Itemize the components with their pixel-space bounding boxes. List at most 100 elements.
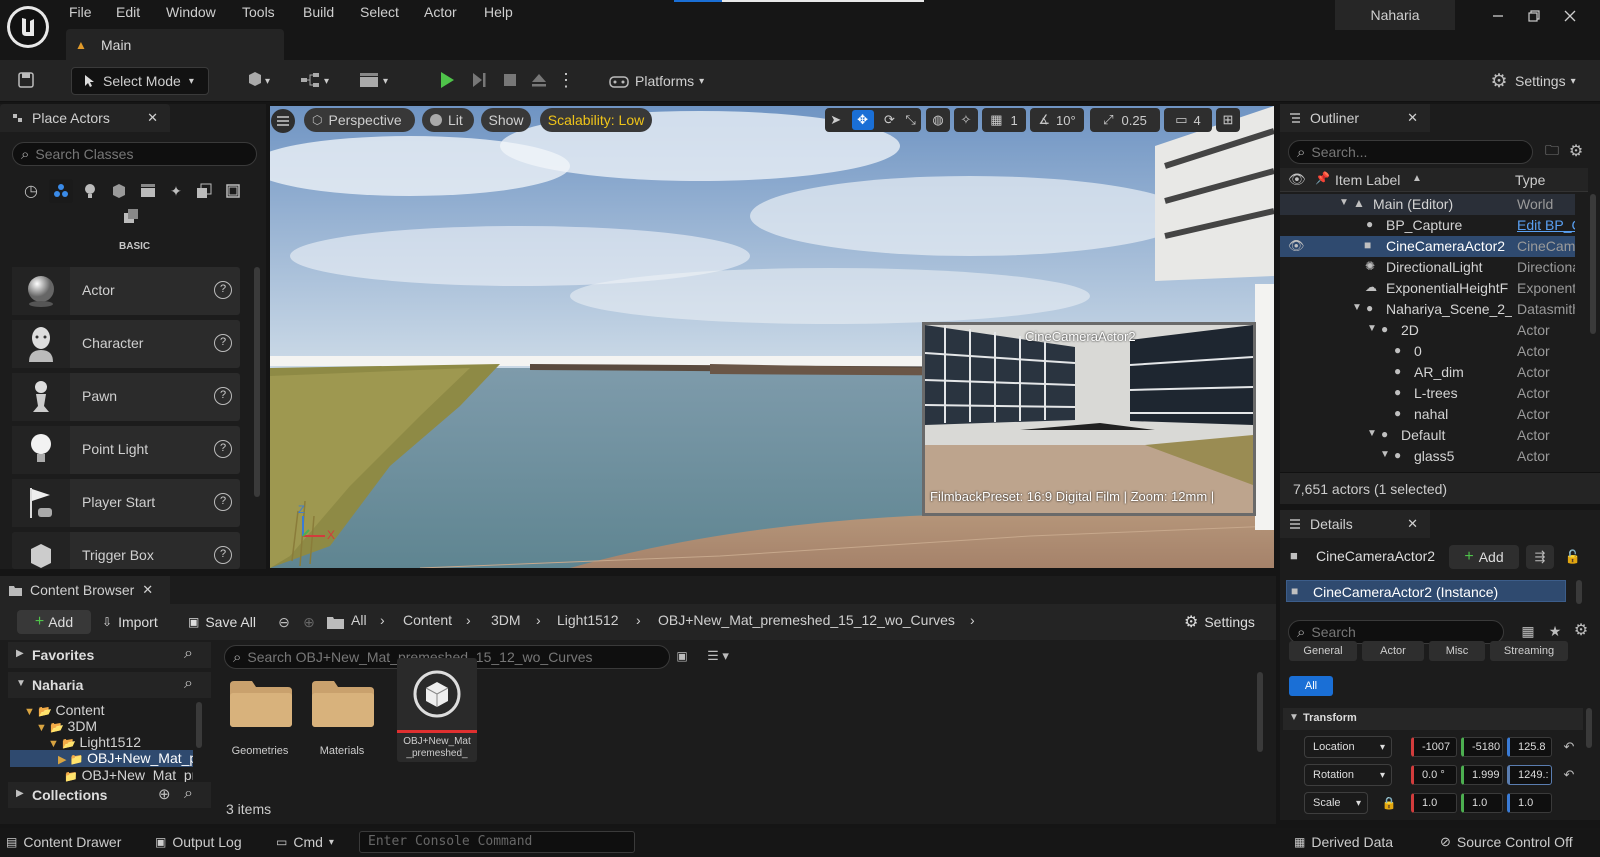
menu-select[interactable]: Select: [360, 4, 399, 20]
cmd-dropdown[interactable]: ▭ Cmd ▾: [276, 830, 334, 854]
tree-collapse-icon[interactable]: ▼: [1380, 449, 1390, 460]
tree-light1512[interactable]: ▼ 📂 Light1512: [48, 734, 141, 750]
details-add-button[interactable]: + Add: [1449, 545, 1519, 569]
details-tab[interactable]: Details ✕: [1280, 510, 1430, 538]
outliner-row-ar-dim[interactable]: ● AR_dim Actor: [1280, 362, 1575, 383]
scale-x-field[interactable]: 1.0: [1411, 793, 1457, 813]
lit-button[interactable]: Lit: [422, 108, 474, 132]
help-icon[interactable]: ?: [214, 334, 232, 352]
geometry-icon[interactable]: [121, 206, 141, 226]
select-mode-dropdown[interactable]: Select Mode ▾: [71, 67, 209, 95]
rotation-x-field[interactable]: 0.0 °: [1411, 765, 1457, 785]
details-settings-icon[interactable]: ⚙: [1572, 621, 1590, 639]
search-icon[interactable]: ⌕: [184, 675, 193, 693]
tree-obj-2[interactable]: 📁 OBJ+New_Mat_pr: [64, 767, 193, 782]
search-icon[interactable]: ⌕: [184, 785, 193, 803]
tree-collapse-icon[interactable]: ▼: [1367, 428, 1377, 439]
help-icon[interactable]: ?: [214, 440, 232, 458]
minimize-icon[interactable]: [1490, 8, 1506, 24]
viewport-menu-button[interactable]: [271, 109, 295, 133]
eject-icon[interactable]: [529, 70, 549, 90]
help-icon[interactable]: ?: [214, 281, 232, 299]
filter-all-button[interactable]: All: [1289, 676, 1333, 696]
derived-data-button[interactable]: ▦ Derived Data: [1294, 830, 1393, 854]
visual-effects-icon[interactable]: ✦: [166, 181, 186, 201]
visibility-column-icon[interactable]: 👁: [1288, 171, 1306, 188]
console-command-input[interactable]: Enter Console Command: [359, 831, 635, 853]
outliner-row-nahal[interactable]: ● nahal Actor: [1280, 404, 1575, 425]
skip-frame-icon[interactable]: [469, 70, 489, 90]
breadcrumb-content[interactable]: Content: [403, 612, 452, 628]
favorite-star-icon[interactable]: ★: [1546, 622, 1564, 640]
table-view-icon[interactable]: ▦: [1519, 622, 1537, 640]
toolbar-settings-button[interactable]: ⚙ Settings ▾: [1489, 67, 1597, 95]
menu-help[interactable]: Help: [484, 4, 513, 20]
close-icon[interactable]: ✕: [1407, 516, 1418, 532]
breadcrumb-obj-folder[interactable]: OBJ+New_Mat_premeshed_15_12_wo_Curves: [658, 612, 955, 628]
menu-tools[interactable]: Tools: [242, 4, 275, 20]
scale-y-field[interactable]: 1.0: [1461, 793, 1503, 813]
details-scrollbar-top[interactable]: [1576, 580, 1582, 604]
scale-lock-icon[interactable]: 🔒: [1381, 795, 1397, 811]
lights-icon[interactable]: [80, 181, 100, 201]
close-icon[interactable]: ✕: [1407, 110, 1418, 126]
rotation-y-field[interactable]: 1.999: [1461, 765, 1503, 785]
location-z-field[interactable]: 125.8: [1507, 737, 1552, 757]
menu-actor[interactable]: Actor: [424, 4, 457, 20]
search-icon[interactable]: ⌕: [184, 645, 193, 663]
menu-edit[interactable]: Edit: [116, 4, 140, 20]
project-header[interactable]: ▼ Naharia ⌕: [8, 672, 211, 698]
scale-tool-icon[interactable]: ⤡: [905, 112, 915, 128]
tree-3dm[interactable]: ▼ 📂 3DM: [36, 718, 97, 734]
lock-icon[interactable]: 🔓: [1564, 548, 1582, 566]
add-folder-icon[interactable]: 🗀: [1543, 142, 1561, 161]
actor-item-pawn[interactable]: Pawn ?: [12, 373, 240, 421]
filter-icon[interactable]: ☰ ▾: [700, 648, 736, 664]
transform-section-header[interactable]: ▼ Transform: [1283, 708, 1583, 730]
actor-item-player-start[interactable]: Player Start ?: [12, 479, 240, 527]
scale-snap-button[interactable]: ⤢ 0.25: [1090, 108, 1160, 132]
grid-snap-button[interactable]: ▦ 1: [982, 108, 1026, 132]
details-scrollbar[interactable]: [1586, 708, 1592, 748]
type-column[interactable]: Type: [1515, 172, 1545, 188]
outliner-tab[interactable]: Outliner ✕: [1280, 104, 1430, 132]
location-x-field[interactable]: -1007: [1411, 737, 1457, 757]
search-classes-input[interactable]: ⌕ Search Classes: [12, 142, 257, 166]
outliner-row-l-trees[interactable]: ● L-trees Actor: [1280, 383, 1575, 404]
source-control-button[interactable]: ⊘ Source Control Off: [1440, 830, 1573, 854]
close-icon[interactable]: ✕: [142, 582, 153, 598]
visibility-icon[interactable]: 👁: [1288, 238, 1305, 254]
rotation-z-field[interactable]: 1249.:: [1507, 765, 1552, 785]
camera-speed-button[interactable]: ▭ 4: [1164, 108, 1212, 132]
tree-collapse-icon[interactable]: ▼: [1367, 323, 1377, 334]
outliner-search-input[interactable]: ⌕ Search...: [1288, 140, 1533, 164]
platforms-button[interactable]: Platforms ▾: [609, 67, 721, 95]
blueprint-icon[interactable]: ▾: [298, 70, 336, 90]
help-icon[interactable]: ?: [214, 493, 232, 511]
play-icon[interactable]: [437, 70, 457, 90]
unreal-logo-icon[interactable]: [7, 6, 49, 48]
collections-header[interactable]: ▶ Collections ⊕ ⌕: [8, 782, 211, 808]
outliner-row-bp-capture[interactable]: ● BP_Capture Edit BP_C: [1280, 215, 1575, 236]
location-y-field[interactable]: -5180: [1461, 737, 1503, 757]
outliner-row-exp-height-fog[interactable]: ☁ ExponentialHeightF Exponenti: [1280, 278, 1575, 299]
viewport-layout-icon[interactable]: ⊞: [1216, 108, 1240, 132]
tree-content[interactable]: ▼ 📂 Content: [24, 702, 105, 718]
menu-build[interactable]: Build: [303, 4, 334, 20]
place-actors-tab[interactable]: Place Actors ✕: [0, 104, 170, 132]
restore-icon[interactable]: [1526, 8, 1542, 24]
menu-file[interactable]: File: [69, 4, 92, 20]
outliner-row-default[interactable]: ▼ ● Default Actor: [1280, 425, 1575, 446]
recent-icon[interactable]: ◷: [21, 181, 41, 201]
import-button[interactable]: ⇩ Import: [102, 610, 158, 634]
actor-item-character[interactable]: Character ?: [12, 320, 240, 368]
outliner-row-0[interactable]: ● 0 Actor: [1280, 341, 1575, 362]
scalability-button[interactable]: Scalability: Low: [540, 108, 652, 132]
scale-dropdown[interactable]: Scale ▾: [1304, 792, 1368, 814]
asset-tile-materials[interactable]: Materials: [309, 671, 375, 771]
outliner-row-main[interactable]: ▼ ▲ Main (Editor) World: [1280, 194, 1575, 215]
item-label-column[interactable]: Item Label: [1335, 172, 1400, 188]
menu-window[interactable]: Window: [166, 4, 216, 20]
outliner-row-directional-light[interactable]: ✺ DirectionalLight Directiona: [1280, 257, 1575, 278]
breadcrumb-all[interactable]: All: [351, 612, 367, 628]
